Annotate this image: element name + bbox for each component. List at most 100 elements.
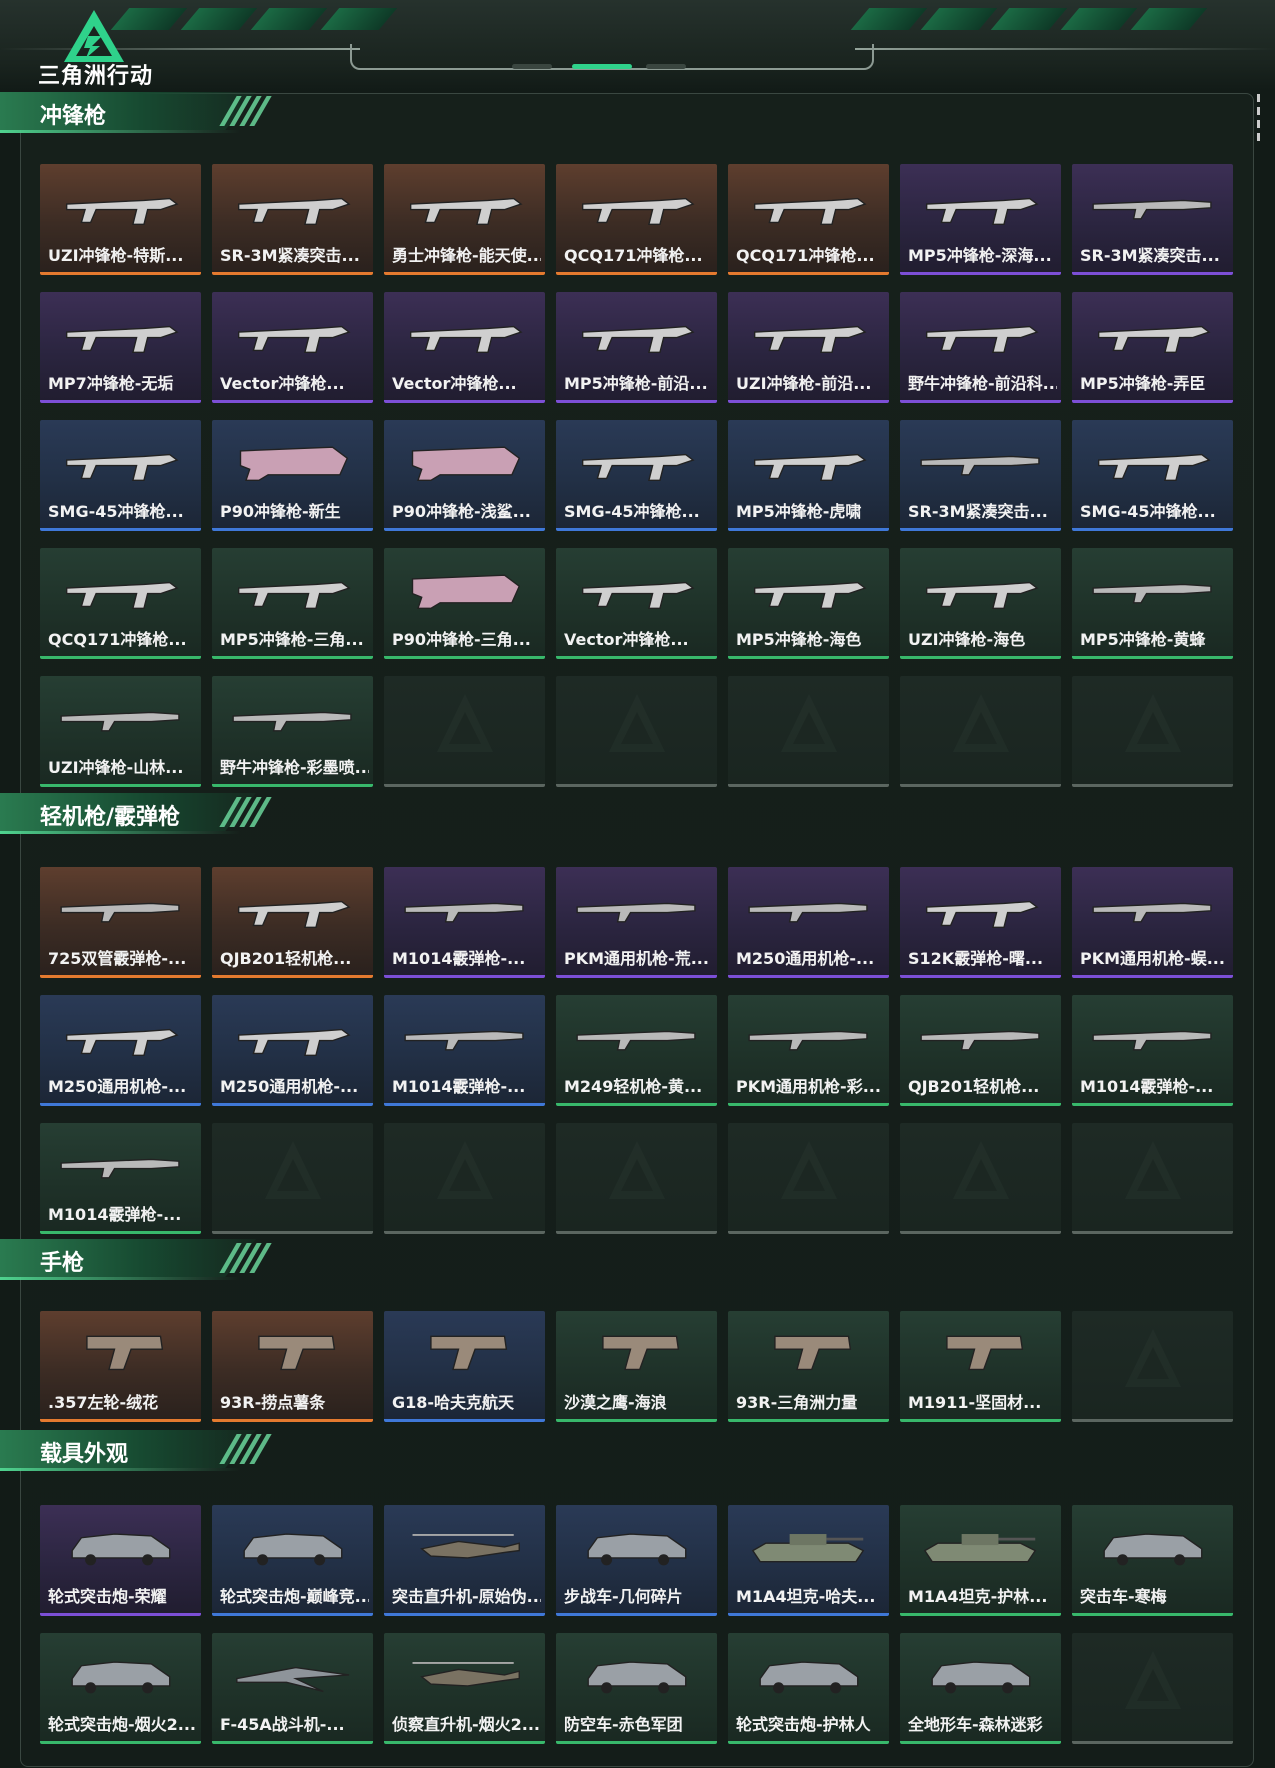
item-card[interactable]: SR-3M紧凑突击... (212, 164, 373, 275)
pistol-icon (86, 1335, 164, 1371)
rifle-icon (920, 455, 1040, 476)
item-card[interactable]: 93R-三角洲力量 (728, 1311, 889, 1422)
item-card[interactable]: 步战车-几何碎片 (556, 1505, 717, 1616)
item-name: 野牛冲锋枪-前沿科... (908, 374, 1057, 393)
section-header-bar (0, 1239, 256, 1277)
item-card[interactable]: 轮式突击炮-烟火2... (40, 1633, 201, 1744)
item-card[interactable]: M1A4坦克-护林... (900, 1505, 1061, 1616)
item-card[interactable]: MP5冲锋枪-弄臣 (1072, 292, 1233, 403)
item-card[interactable]: 突击车-寒梅 (1072, 1505, 1233, 1616)
smg-icon (925, 197, 1039, 226)
item-card[interactable]: M1014霰弹枪-... (40, 1123, 201, 1234)
item-name: 突击直升机-原始伪... (392, 1587, 541, 1606)
item-card[interactable]: MP5冲锋枪-前沿... (556, 292, 717, 403)
vehicle-icon (243, 1533, 343, 1566)
item-name: MP5冲锋枪-前沿... (564, 374, 708, 393)
item-card[interactable]: M1014霰弹枪-... (384, 867, 545, 978)
item-card[interactable]: UZI冲锋枪-特斯... (40, 164, 201, 275)
item-card[interactable]: 侦察直升机-烟火2... (384, 1633, 545, 1744)
header-stripe (180, 8, 258, 30)
item-card[interactable]: SMG-45冲锋枪... (1072, 420, 1233, 531)
vehicle-icon (587, 1533, 687, 1566)
item-card[interactable]: PKM通用机枪-荒... (556, 867, 717, 978)
item-card[interactable]: 野牛冲锋枪-前沿科... (900, 292, 1061, 403)
item-card[interactable]: 725双管霰弹枪-... (40, 867, 201, 978)
item-card[interactable]: SR-3M紧凑突击... (1072, 164, 1233, 275)
item-name: QJB201轻机枪... (220, 949, 352, 968)
item-card[interactable]: P90冲锋枪-浅鲨... (384, 420, 545, 531)
item-card[interactable]: MP5冲锋枪-海色 (728, 548, 889, 659)
item-name: SR-3M紧凑突击... (908, 502, 1048, 521)
header-stripe (920, 8, 998, 30)
item-card[interactable]: QCQ171冲锋枪... (40, 548, 201, 659)
item-card[interactable]: P90冲锋枪-新生 (212, 420, 373, 531)
item-card[interactable]: .357左轮-绒花 (40, 1311, 201, 1422)
item-card[interactable]: UZI冲锋枪-山林... (40, 676, 201, 787)
item-card[interactable]: G18-哈夫克航天 (384, 1311, 545, 1422)
item-card[interactable]: MP5冲锋枪-三角... (212, 548, 373, 659)
header-stripe (850, 8, 928, 30)
item-card[interactable]: QJB201轻机枪... (900, 995, 1061, 1106)
item-card[interactable]: 全地形车-森林迷彩 (900, 1633, 1061, 1744)
placeholder-logo-icon (953, 1141, 1009, 1199)
item-card[interactable]: Vector冲锋枪... (556, 548, 717, 659)
section-slash-decoration (219, 1434, 272, 1464)
item-card[interactable]: QCQ171冲锋枪... (728, 164, 889, 275)
item-card[interactable]: M1A4坦克-哈夫... (728, 1505, 889, 1616)
smg-icon (65, 197, 179, 226)
item-card[interactable]: Vector冲锋枪... (212, 292, 373, 403)
smg-icon (237, 197, 351, 226)
section-title: 手枪 (40, 1251, 85, 1276)
item-card[interactable]: M1014霰弹枪-... (384, 995, 545, 1106)
smg-icon (581, 581, 695, 610)
placeholder-logo-icon (609, 1141, 665, 1199)
item-card[interactable]: M1014霰弹枪-... (1072, 995, 1233, 1106)
item-card[interactable]: M250通用机枪-... (728, 867, 889, 978)
item-card[interactable]: 轮式突击炮-荣耀 (40, 1505, 201, 1616)
item-card[interactable]: MP7冲锋枪-无垢 (40, 292, 201, 403)
item-card[interactable]: UZI冲锋枪-海色 (900, 548, 1061, 659)
item-card[interactable]: 突击直升机-原始伪... (384, 1505, 545, 1616)
item-card[interactable]: F-45A战斗机-... (212, 1633, 373, 1744)
item-name: MP7冲锋枪-无垢 (48, 374, 174, 393)
item-card[interactable]: SMG-45冲锋枪... (556, 420, 717, 531)
item-name: SMG-45冲锋枪... (564, 502, 700, 521)
item-card[interactable]: MP5冲锋枪-虎啸 (728, 420, 889, 531)
item-card[interactable]: 93R-捞点薯条 (212, 1311, 373, 1422)
rifle-icon (920, 1030, 1040, 1051)
item-card[interactable]: M250通用机枪-... (40, 995, 201, 1106)
item-card[interactable]: 野牛冲锋枪-彩墨喷... (212, 676, 373, 787)
rifle-icon (1092, 902, 1212, 923)
item-name: MP5冲锋枪-虎啸 (736, 502, 862, 521)
item-card[interactable]: SR-3M紧凑突击... (900, 420, 1061, 531)
item-card[interactable]: SMG-45冲锋枪... (40, 420, 201, 531)
item-card[interactable]: P90冲锋枪-三角... (384, 548, 545, 659)
item-card[interactable]: 勇士冲锋枪-能天使... (384, 164, 545, 275)
item-card[interactable]: PKM通用机枪-彩... (728, 995, 889, 1106)
item-card[interactable]: 防空车-赤色军团 (556, 1633, 717, 1744)
item-name: 侦察直升机-烟火2... (392, 1715, 541, 1734)
item-name: PKM通用机枪-蜈... (1080, 949, 1225, 968)
item-card[interactable]: QCQ171冲锋枪... (556, 164, 717, 275)
item-card[interactable]: MP5冲锋枪-深海... (900, 164, 1061, 275)
item-card[interactable]: 轮式突击炮-巅峰竞... (212, 1505, 373, 1616)
item-name: M250通用机枪-... (736, 949, 875, 968)
item-name: 轮式突击炮-荣耀 (48, 1587, 167, 1606)
item-card[interactable]: M250通用机枪-... (212, 995, 373, 1106)
item-card[interactable]: M1911-坚固材... (900, 1311, 1061, 1422)
item-card[interactable]: S12K霰弹枪-曙... (900, 867, 1061, 978)
item-name: 轮式突击炮-烟火2... (48, 1715, 197, 1734)
item-card[interactable]: 轮式突击炮-护林人 (728, 1633, 889, 1744)
item-card[interactable]: 沙漠之鹰-海浪 (556, 1311, 717, 1422)
header-stripe (990, 8, 1068, 30)
item-name: M250通用机枪-... (220, 1077, 359, 1096)
scrollbar[interactable] (1257, 94, 1263, 154)
item-card[interactable]: PKM通用机枪-蜈... (1072, 867, 1233, 978)
item-card[interactable]: UZI冲锋枪-前沿... (728, 292, 889, 403)
rifle-icon (404, 902, 524, 923)
item-card[interactable]: M249轻机枪-黄... (556, 995, 717, 1106)
item-card[interactable]: QJB201轻机枪... (212, 867, 373, 978)
placeholder-logo-icon (1125, 1651, 1181, 1709)
item-card[interactable]: MP5冲锋枪-黄蜂 (1072, 548, 1233, 659)
item-card[interactable]: Vector冲锋枪... (384, 292, 545, 403)
